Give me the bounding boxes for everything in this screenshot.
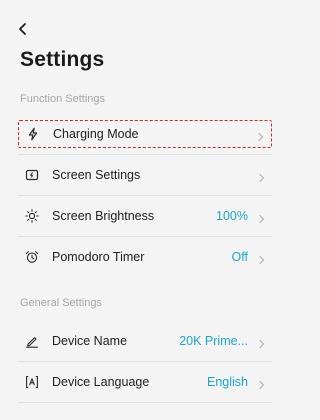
settings-item-label: Screen Settings — [52, 168, 141, 182]
chevron-right-icon — [258, 211, 266, 224]
settings-item-label: Device Language — [52, 375, 150, 389]
section-label-general-settings: General Settings — [20, 297, 102, 309]
settings-item-label: Device Name — [52, 334, 128, 348]
brightness-value: 100% — [216, 209, 248, 223]
divider — [18, 361, 272, 362]
divider — [18, 236, 272, 237]
settings-item-label: Screen Brightness — [52, 209, 155, 223]
chevron-right-icon — [257, 129, 265, 142]
settings-item-charging-mode[interactable]: Charging Mode — [18, 120, 272, 148]
screen-icon — [24, 167, 40, 183]
settings-item-label: Pomodoro Timer — [52, 250, 145, 264]
divider — [18, 154, 272, 155]
pencil-icon — [24, 333, 40, 349]
settings-page: Settings Function Settings Charging Mode… — [0, 0, 282, 420]
settings-item-screen-settings[interactable]: Screen Settings — [18, 161, 272, 189]
chevron-left-icon[interactable] — [16, 22, 30, 36]
settings-item-pomodoro-timer[interactable]: Pomodoro Timer Off — [18, 243, 272, 271]
settings-item-screen-brightness[interactable]: Screen Brightness 100% — [18, 202, 272, 230]
chevron-right-icon — [258, 170, 266, 183]
chevron-right-icon — [258, 252, 266, 265]
chevron-right-icon — [258, 377, 266, 390]
pomodoro-value: Off — [231, 250, 248, 264]
device-name-value: 20K Prime... — [179, 334, 248, 348]
page-title: Settings — [20, 48, 105, 71]
alarm-clock-icon — [24, 249, 40, 265]
chevron-right-icon — [258, 336, 266, 349]
brightness-icon — [24, 208, 40, 224]
divider — [18, 195, 272, 196]
settings-item-device-language[interactable]: Device Language English — [18, 368, 272, 396]
settings-item-label: Charging Mode — [53, 127, 139, 141]
lightning-icon — [25, 126, 41, 142]
device-language-value: English — [207, 375, 248, 389]
divider — [18, 402, 272, 403]
section-label-function-settings: Function Settings — [20, 93, 105, 105]
settings-item-device-name[interactable]: Device Name 20K Prime... — [18, 327, 272, 355]
language-icon — [24, 374, 40, 390]
